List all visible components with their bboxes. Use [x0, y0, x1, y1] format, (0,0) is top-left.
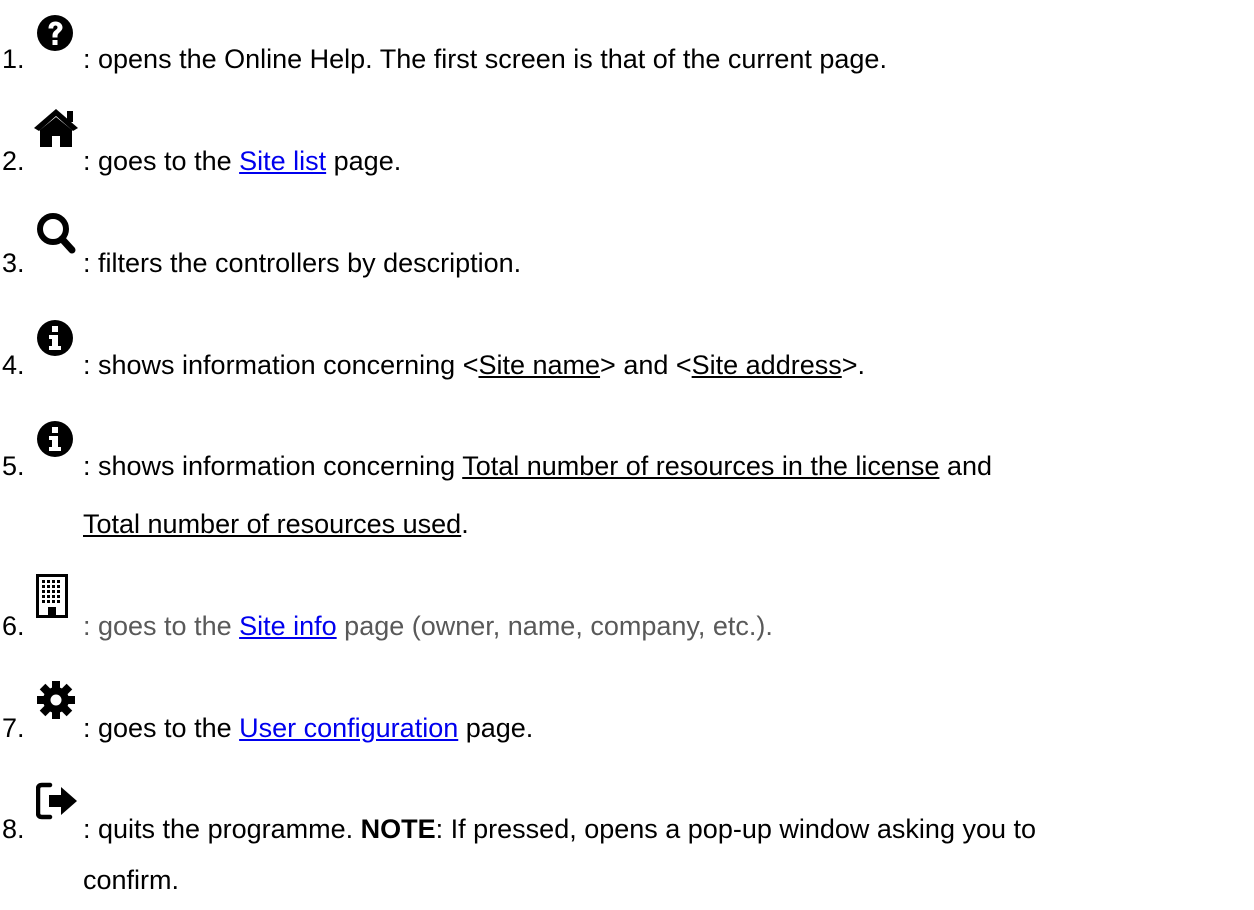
site-list-link[interactable]: Site list — [239, 146, 326, 176]
user-configuration-link[interactable]: User configuration — [239, 713, 458, 743]
info-circle-icon[interactable] — [36, 420, 74, 458]
site-name-term: Site name — [478, 350, 601, 380]
item-text-mid: > and < — [600, 350, 692, 380]
item-text-line2: confirm. — [83, 865, 180, 895]
note-label: NOTE — [360, 814, 436, 844]
item-text-after: >. — [841, 350, 866, 380]
item-text-after: . — [461, 509, 469, 539]
item-text: : opens the Online Help. The first scree… — [83, 44, 887, 74]
home-icon[interactable] — [33, 108, 79, 148]
item-text-after: page. — [326, 146, 402, 176]
item-text-before: : goes to the — [83, 146, 240, 176]
item-number: 4. — [2, 350, 25, 380]
search-icon[interactable] — [36, 212, 76, 254]
total-resources-used-term: Total number of resources used — [83, 509, 462, 539]
item-number: 5. — [2, 451, 25, 481]
site-info-link[interactable]: Site info — [239, 611, 337, 641]
item-number: 8. — [2, 814, 25, 844]
item-number: 3. — [2, 248, 25, 278]
item-text-before: : goes to the — [83, 611, 240, 641]
total-resources-license-term: Total number of resources in the license — [462, 451, 940, 481]
info-circle-icon[interactable] — [36, 319, 74, 357]
item-text-before: : shows information concerning < — [83, 350, 479, 380]
item-number: 6. — [2, 611, 25, 641]
sign-out-icon[interactable] — [36, 782, 80, 820]
item-number: 1. — [2, 44, 25, 74]
item-number: 2. — [2, 146, 25, 176]
site-address-term: Site address — [691, 350, 842, 380]
building-icon[interactable] — [36, 574, 68, 618]
question-circle-icon[interactable] — [36, 14, 74, 52]
item-text-before: : goes to the — [83, 713, 240, 743]
item-text-after: page (owner, name, company, etc.). — [336, 611, 773, 641]
item-text-after: : If pressed, opens a pop-up window aski… — [435, 814, 1037, 844]
item-text: : filters the controllers by description… — [83, 248, 522, 278]
item-text-before: : shows information concerning — [83, 451, 463, 481]
gear-icon[interactable] — [36, 680, 76, 720]
item-text-mid: and — [939, 451, 993, 481]
item-number: 7. — [2, 713, 25, 743]
item-text-after: page. — [458, 713, 534, 743]
item-text-before: : quits the programme. — [83, 814, 361, 844]
